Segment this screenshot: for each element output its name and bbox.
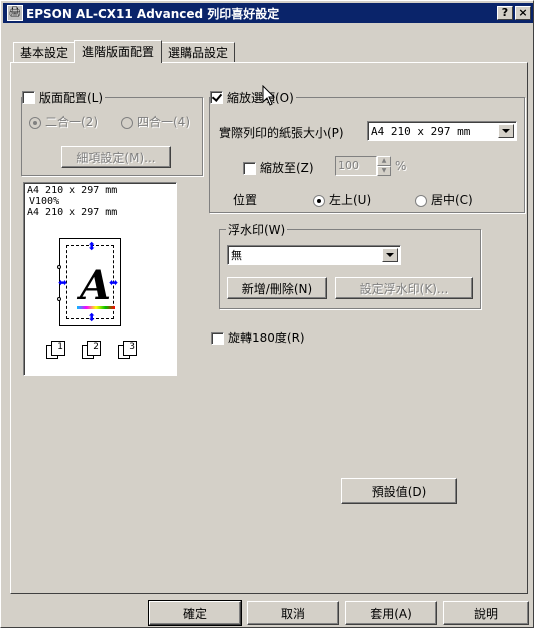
tab-strip: 基本設定 進階版面配置 選購品設定 (13, 40, 236, 63)
layout-radio-2up[interactable]: 二合一(2) (29, 113, 98, 130)
scale-unit: % (395, 159, 407, 173)
printer-preferences-dialog: 🖨 EPSON AL-CX11 Advanced 列印喜好設定 ? × 基本設定… (0, 0, 534, 628)
watermark-dropdown-icon[interactable] (382, 248, 398, 262)
preview-margin: A (66, 245, 115, 319)
paper-size-label: 實際列印的紙張大小(P) (219, 126, 344, 140)
page-order-3-label: 3 (123, 341, 137, 356)
arrow-top-icon: ⬍ (87, 240, 97, 253)
layout-checkbox[interactable] (22, 91, 35, 104)
rotate-180-row[interactable]: 旋轉180度(R) (211, 329, 305, 346)
watermark-select[interactable]: 無 (227, 245, 401, 265)
preview-page: A ⬍ ⬍ ⬌ ⬌ (57, 238, 121, 326)
page-order-1-icon: 1 (46, 341, 66, 359)
handle-left-icon (57, 265, 61, 269)
printer-icon: 🖨 (7, 5, 23, 21)
defaults-button[interactable]: 預設值(D) (341, 478, 457, 504)
spin-down-icon[interactable]: ▼ (377, 166, 391, 176)
close-button[interactable]: × (515, 6, 531, 20)
watermark-settings-label: 設定浮水印(K)... (359, 281, 449, 296)
layout-legend: 版面配置(L) (22, 89, 106, 106)
radio-2up-indicator (29, 116, 41, 129)
center-radio-indicator (415, 194, 427, 207)
page-order-2-label: 2 (87, 341, 101, 356)
preview-letter-a: A (80, 262, 112, 309)
tab-optional-settings[interactable]: 選購品設定 (161, 42, 236, 62)
arrow-left-icon: ⬌ (58, 276, 68, 289)
preview-line-2: V100% (29, 196, 60, 207)
preview-color-bar (77, 306, 115, 309)
layout-checkbox-label: 版面配置(L) (39, 91, 104, 105)
page-order-1-label: 1 (51, 341, 65, 356)
scale-spinner-arrows[interactable]: ▲ ▼ (377, 156, 391, 176)
position-top-left-radio[interactable]: 左上(U) (313, 191, 371, 208)
arrow-right-icon: ⬌ (109, 276, 119, 289)
preview-line-3: A4 210 x 297 mm (27, 207, 118, 218)
handle-left-lower-icon (57, 297, 61, 301)
zoom-legend: 縮放選項(O) (210, 89, 296, 106)
paper-size-select[interactable]: A4 210 x 297 mm (367, 121, 517, 141)
preview-line-1: A4 210 x 297 mm (27, 185, 118, 196)
radio-4up-label: 四合一(4) (137, 115, 190, 129)
scale-spinner[interactable]: 100 ▲ ▼ (335, 156, 395, 176)
cancel-button[interactable]: 取消 (247, 601, 339, 625)
top-left-radio-indicator (313, 194, 325, 207)
apply-button[interactable]: 套用(A) (345, 601, 437, 625)
layout-details-button[interactable]: 細項設定(M)... (61, 146, 171, 168)
paper-size-dropdown-icon[interactable] (498, 124, 514, 138)
window-title: EPSON AL-CX11 Advanced 列印喜好設定 (26, 6, 280, 21)
position-center-radio[interactable]: 居中(C) (415, 191, 473, 208)
top-left-label: 左上(U) (329, 193, 372, 207)
title-bar: 🖨 EPSON AL-CX11 Advanced 列印喜好設定 ? × (3, 3, 533, 23)
tab-advanced-layout[interactable]: 進階版面配置 (74, 40, 163, 63)
tab-basic-settings[interactable]: 基本設定 (13, 42, 76, 62)
arrow-bottom-icon: ⬍ (87, 311, 97, 324)
help-button[interactable]: 說明 (443, 601, 529, 625)
layout-radio-4up[interactable]: 四合一(4) (121, 113, 190, 130)
layout-details-label: 細項設定(M)... (76, 150, 156, 165)
position-label: 位置 (233, 193, 258, 207)
page-order-2-icon: 2 (82, 341, 102, 359)
rotate-180-label: 旋轉180度(R) (228, 331, 305, 345)
rotate-180-checkbox[interactable] (211, 332, 224, 345)
help-title-button[interactable]: ? (497, 6, 513, 20)
watermark-legend: 浮水印(W) (226, 221, 288, 238)
watermark-settings-button[interactable]: 設定浮水印(K)... (335, 277, 473, 299)
scale-checkbox-row[interactable]: 縮放至(Z) (243, 159, 314, 176)
radio-4up-indicator (121, 116, 133, 129)
scale-value: 100 (335, 156, 377, 176)
zoom-checkbox-label: 縮放選項(O) (227, 91, 294, 105)
mouse-cursor-icon (262, 85, 276, 106)
center-label: 居中(C) (431, 193, 473, 207)
paper-size-value: A4 210 x 297 mm (371, 124, 471, 138)
zoom-checkbox[interactable] (210, 91, 223, 104)
scale-label: 縮放至(Z) (260, 161, 314, 175)
ok-button[interactable]: 確定 (148, 600, 242, 626)
page-order-3-icon: 3 (118, 341, 138, 359)
scale-checkbox[interactable] (243, 162, 256, 175)
watermark-value: 無 (231, 249, 242, 262)
radio-2up-label: 二合一(2) (45, 115, 98, 129)
spin-up-icon[interactable]: ▲ (377, 156, 391, 166)
watermark-add-delete-button[interactable]: 新增/刪除(N) (227, 277, 327, 299)
